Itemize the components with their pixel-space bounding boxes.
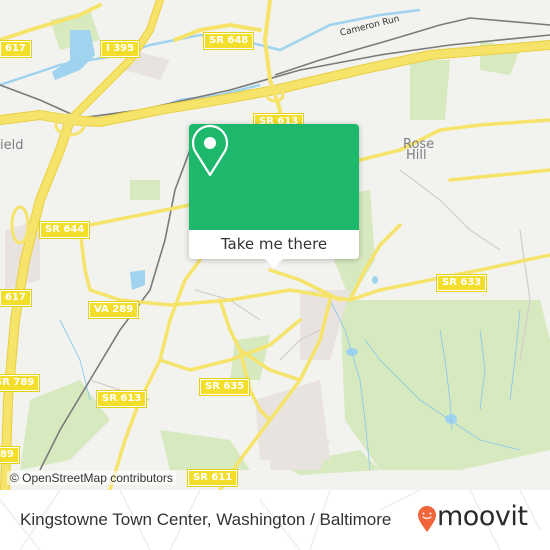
footer-bar: Kingstowne Town Center, Washington / Bal… <box>0 490 550 550</box>
take-me-there-button[interactable]: Take me there <box>189 230 359 259</box>
place-label-field: ield <box>0 138 24 153</box>
map-canvas[interactable]: 617 I 395 SR 648 SR 613 SR 644 617 VA 28… <box>0 0 550 490</box>
location-title: Kingstowne Town Center, Washington / Bal… <box>20 510 392 529</box>
route-shield: I 395 <box>99 40 141 58</box>
moovit-pin-icon <box>418 506 436 532</box>
route-shield: SR 633 <box>435 274 488 292</box>
moovit-logo[interactable]: moovit <box>417 501 537 535</box>
popup-pointer <box>265 259 283 268</box>
route-shield: SR 613 <box>95 390 148 408</box>
route-shield: SR 611 <box>186 469 239 487</box>
popup-header[interactable] <box>189 124 359 230</box>
route-shield: SR 644 <box>38 221 91 239</box>
route-shield: 789 <box>0 446 20 464</box>
route-shield: SR 635 <box>198 378 251 396</box>
route-shield: VA 289 <box>87 301 140 319</box>
map-pin-icon <box>191 124 229 177</box>
route-shield: SR 648 <box>202 32 255 50</box>
take-me-there-popup[interactable]: Take me there <box>189 124 359 268</box>
place-label-hill: Hill <box>406 148 427 163</box>
map-attribution[interactable]: © OpenStreetMap contributors <box>7 471 176 485</box>
moovit-wordmark: moovit <box>437 501 528 532</box>
take-me-there-label: Take me there <box>220 235 328 253</box>
route-shield: 617 <box>0 40 32 58</box>
route-shield: SR 789 <box>0 374 41 392</box>
route-shield: 617 <box>0 289 32 307</box>
